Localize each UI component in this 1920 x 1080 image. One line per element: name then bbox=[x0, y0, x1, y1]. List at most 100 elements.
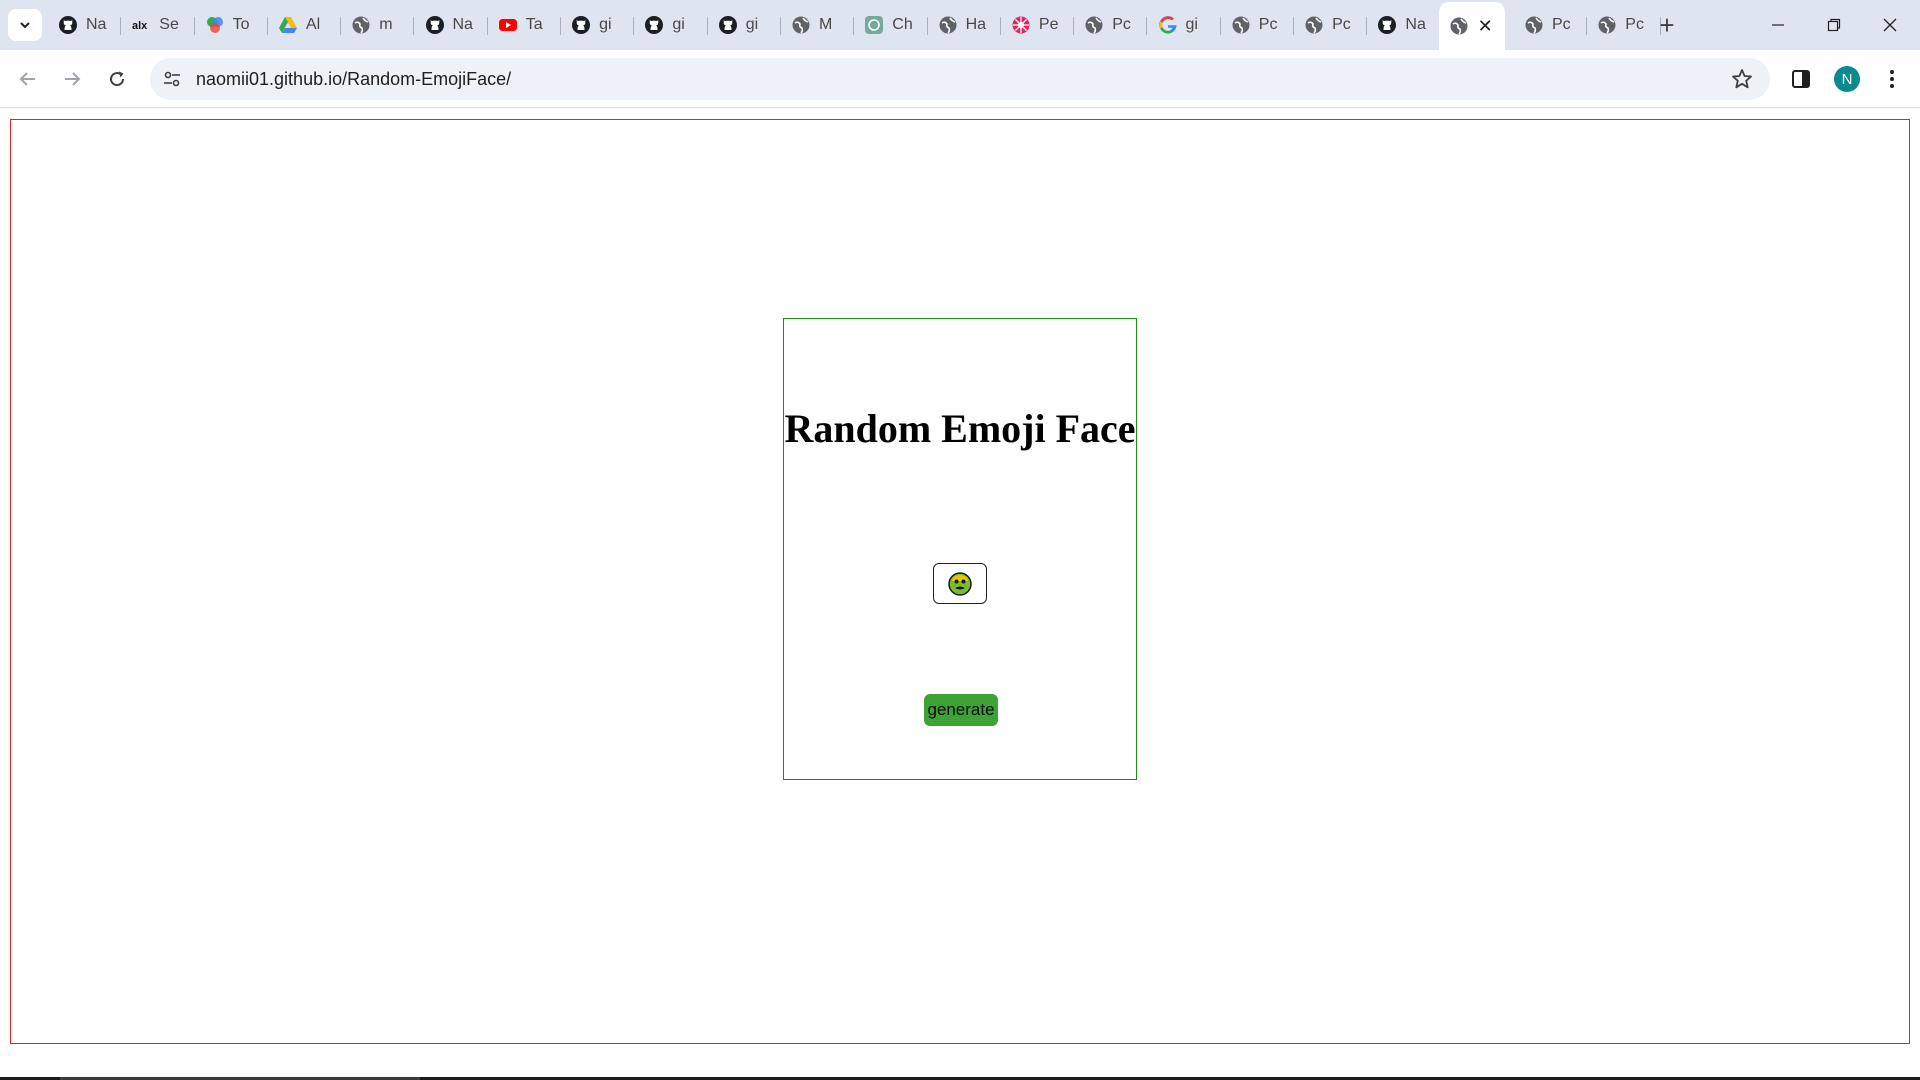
tab[interactable]: M bbox=[781, 8, 855, 42]
side-panel-icon bbox=[1792, 70, 1810, 88]
globe-icon bbox=[791, 15, 811, 35]
tab-search-button[interactable] bbox=[8, 9, 42, 41]
tab[interactable]: alx Se bbox=[121, 8, 195, 42]
github-icon bbox=[1377, 15, 1397, 35]
tab-strip: Na alx Se To Al m Na Ta gi gi gi M Ch Ha Pe Pc gi Pc Pc Na ✕… bbox=[0, 0, 1920, 50]
page-title: Random Emoji Face bbox=[784, 406, 1136, 451]
profile-button[interactable]: N bbox=[1829, 61, 1865, 97]
restore-button[interactable] bbox=[1806, 0, 1862, 50]
globe-icon bbox=[1084, 15, 1104, 35]
globe-icon bbox=[1449, 16, 1469, 36]
tab[interactable]: Pc bbox=[1294, 8, 1368, 42]
svg-text:alx: alx bbox=[132, 20, 148, 32]
emoji-card: Random Emoji Face generate bbox=[783, 318, 1137, 780]
close-window-button[interactable] bbox=[1862, 0, 1918, 50]
nauseated-face-icon bbox=[948, 571, 972, 596]
tab-close-button[interactable]: ✕ bbox=[1478, 16, 1493, 37]
tab[interactable]: Pe bbox=[1001, 8, 1075, 42]
globe-icon bbox=[1304, 15, 1324, 35]
arrow-right-icon bbox=[65, 72, 81, 86]
minimize-button[interactable] bbox=[1750, 0, 1806, 50]
youtube-icon bbox=[498, 15, 518, 35]
tab[interactable]: gi bbox=[634, 8, 708, 42]
bookmark-star-icon[interactable] bbox=[1730, 67, 1754, 91]
minimize-icon bbox=[1772, 24, 1784, 26]
tab-title: M bbox=[819, 16, 833, 33]
tab[interactable]: Pc bbox=[1587, 8, 1661, 42]
tab-title: Na bbox=[452, 16, 473, 33]
avatar: N bbox=[1834, 66, 1860, 92]
tab[interactable]: Pc bbox=[1514, 8, 1588, 42]
google-icon bbox=[1158, 15, 1178, 35]
emoji-display bbox=[933, 563, 987, 604]
tab[interactable]: Ta bbox=[488, 8, 562, 42]
github-icon bbox=[58, 15, 78, 35]
site-settings-icon[interactable] bbox=[162, 69, 182, 89]
tab[interactable]: Al bbox=[268, 8, 342, 42]
chatgpt-icon bbox=[864, 15, 884, 35]
tab-title: To bbox=[232, 16, 250, 33]
tab[interactable]: gi bbox=[1148, 8, 1221, 42]
browser-toolbar: naomii01.github.io/Random-EmojiFace/ N bbox=[0, 50, 1920, 108]
globe-icon bbox=[1231, 15, 1251, 35]
github-icon bbox=[425, 15, 445, 35]
alx-icon: alx bbox=[131, 15, 151, 35]
tab-title: Ha bbox=[965, 16, 987, 33]
more-vert-icon bbox=[1890, 70, 1894, 88]
tab[interactable]: To bbox=[195, 8, 268, 42]
tab-title: Pc bbox=[1552, 16, 1571, 33]
tab[interactable]: m bbox=[341, 8, 415, 42]
close-icon bbox=[1883, 18, 1897, 32]
tab-title: Pc bbox=[1332, 16, 1351, 33]
app-icon bbox=[205, 15, 225, 35]
github-icon bbox=[571, 15, 591, 35]
tab-title: Pe bbox=[1038, 16, 1059, 33]
restore-icon bbox=[1827, 18, 1841, 32]
tab-title: Pc bbox=[1625, 16, 1644, 33]
url-text: naomii01.github.io/Random-EmojiFace/ bbox=[196, 69, 512, 89]
globe-icon bbox=[351, 15, 371, 35]
tab-title: Se bbox=[159, 16, 179, 33]
new-tab-button[interactable]: + bbox=[1653, 10, 1681, 40]
tab-title: Pc bbox=[1112, 16, 1131, 33]
globe-icon bbox=[1597, 15, 1617, 35]
tab-title: Ta bbox=[525, 16, 543, 33]
globe-icon bbox=[938, 15, 958, 35]
menu-button[interactable] bbox=[1874, 61, 1910, 97]
tab-title: gi bbox=[745, 16, 759, 33]
tab[interactable]: Na bbox=[48, 8, 122, 42]
page-viewport: Random Emoji Face generate bbox=[0, 109, 1920, 1080]
github-icon bbox=[644, 15, 664, 35]
tab[interactable]: gi bbox=[561, 8, 635, 42]
tab-title: m bbox=[379, 16, 393, 33]
tab-title: Na bbox=[86, 16, 107, 33]
reload-icon bbox=[110, 71, 125, 87]
drive-icon bbox=[278, 15, 298, 35]
tab[interactable]: Ha bbox=[928, 8, 1001, 42]
tab-title: gi bbox=[599, 16, 612, 33]
tab-title: Na bbox=[1405, 16, 1426, 33]
tab[interactable]: Ch bbox=[854, 8, 928, 42]
globe-icon bbox=[1524, 15, 1544, 35]
flower-icon bbox=[1011, 15, 1031, 35]
address-bar[interactable]: naomii01.github.io/Random-EmojiFace/ bbox=[150, 58, 1770, 100]
back-button[interactable] bbox=[10, 61, 46, 97]
forward-button[interactable] bbox=[54, 61, 90, 97]
tab-title: Ch bbox=[892, 16, 913, 33]
tab-title: gi bbox=[1185, 16, 1198, 33]
arrow-left-icon bbox=[19, 72, 35, 86]
tab-title: Al bbox=[305, 16, 321, 33]
generate-button[interactable]: generate bbox=[924, 694, 998, 726]
tab[interactable]: Na bbox=[1367, 8, 1441, 42]
reload-button[interactable] bbox=[99, 61, 135, 97]
tab[interactable]: Pc bbox=[1074, 8, 1148, 42]
tab-title: gi bbox=[672, 16, 685, 33]
tab[interactable]: Pc bbox=[1221, 8, 1295, 42]
chevron-down-icon bbox=[20, 22, 30, 29]
tab-active[interactable]: ✕ bbox=[1438, 2, 1505, 50]
tab[interactable]: Na bbox=[415, 8, 488, 42]
tab[interactable]: gi bbox=[708, 8, 781, 42]
tab-title: Pc bbox=[1258, 16, 1278, 33]
side-panel-button[interactable] bbox=[1783, 61, 1819, 97]
github-icon bbox=[718, 15, 738, 35]
